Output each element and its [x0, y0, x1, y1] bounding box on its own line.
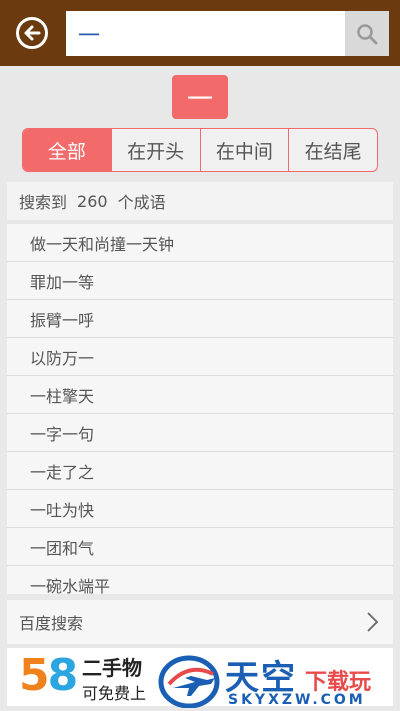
- baidu-search-row[interactable]: 百度搜索: [7, 600, 393, 644]
- tab-at-start[interactable]: 在开头: [110, 129, 200, 171]
- list-item[interactable]: 一吐为快: [7, 490, 393, 528]
- search-box: [66, 11, 389, 56]
- position-filter-tabs: 全部 在开头 在中间 在结尾: [22, 128, 378, 172]
- tab-at-end[interactable]: 在结尾: [288, 129, 377, 171]
- baidu-search-label: 百度搜索: [19, 614, 84, 633]
- list-item[interactable]: 一团和气: [7, 528, 393, 566]
- list-item[interactable]: 一碗水端平: [7, 566, 393, 594]
- list-item[interactable]: 一字一句: [7, 414, 393, 452]
- chevron-right-icon: [367, 612, 379, 632]
- list-item[interactable]: 做一天和尚撞一天钟: [7, 224, 393, 262]
- result-suffix: 个成语: [117, 193, 166, 212]
- ad-headline: 二手物: [82, 656, 142, 680]
- app-header: [0, 0, 400, 66]
- search-icon: [357, 23, 378, 44]
- list-item[interactable]: 振臂一呼: [7, 300, 393, 338]
- search-button[interactable]: [345, 11, 389, 56]
- arrow-left-icon: [24, 25, 41, 41]
- result-count-number: 260: [77, 191, 108, 211]
- list-item[interactable]: 一走了之: [7, 452, 393, 490]
- result-count-bar: 搜索到 260 个成语: [7, 182, 393, 220]
- ad-subline: 可免费上: [82, 684, 147, 703]
- watermark-url: SKYXZW.COM: [228, 692, 366, 708]
- tab-all[interactable]: 全部: [23, 129, 111, 171]
- search-input[interactable]: [66, 11, 345, 56]
- idiom-list: 做一天和尚撞一天钟 罪加一等 振臂一呼 以防万一 一柱擎天 一字一句 一走了之 …: [7, 224, 393, 594]
- list-item[interactable]: 以防万一: [7, 338, 393, 376]
- list-item[interactable]: 一柱擎天: [7, 376, 393, 414]
- selected-char-badge: 一: [172, 75, 228, 119]
- result-prefix: 搜索到: [19, 193, 68, 212]
- watermark-logo-icon: [158, 655, 220, 708]
- list-item[interactable]: 罪加一等: [7, 262, 393, 300]
- ad-58-logo: 58: [19, 650, 78, 701]
- tab-in-middle[interactable]: 在中间: [199, 129, 289, 171]
- back-button[interactable]: [16, 17, 48, 49]
